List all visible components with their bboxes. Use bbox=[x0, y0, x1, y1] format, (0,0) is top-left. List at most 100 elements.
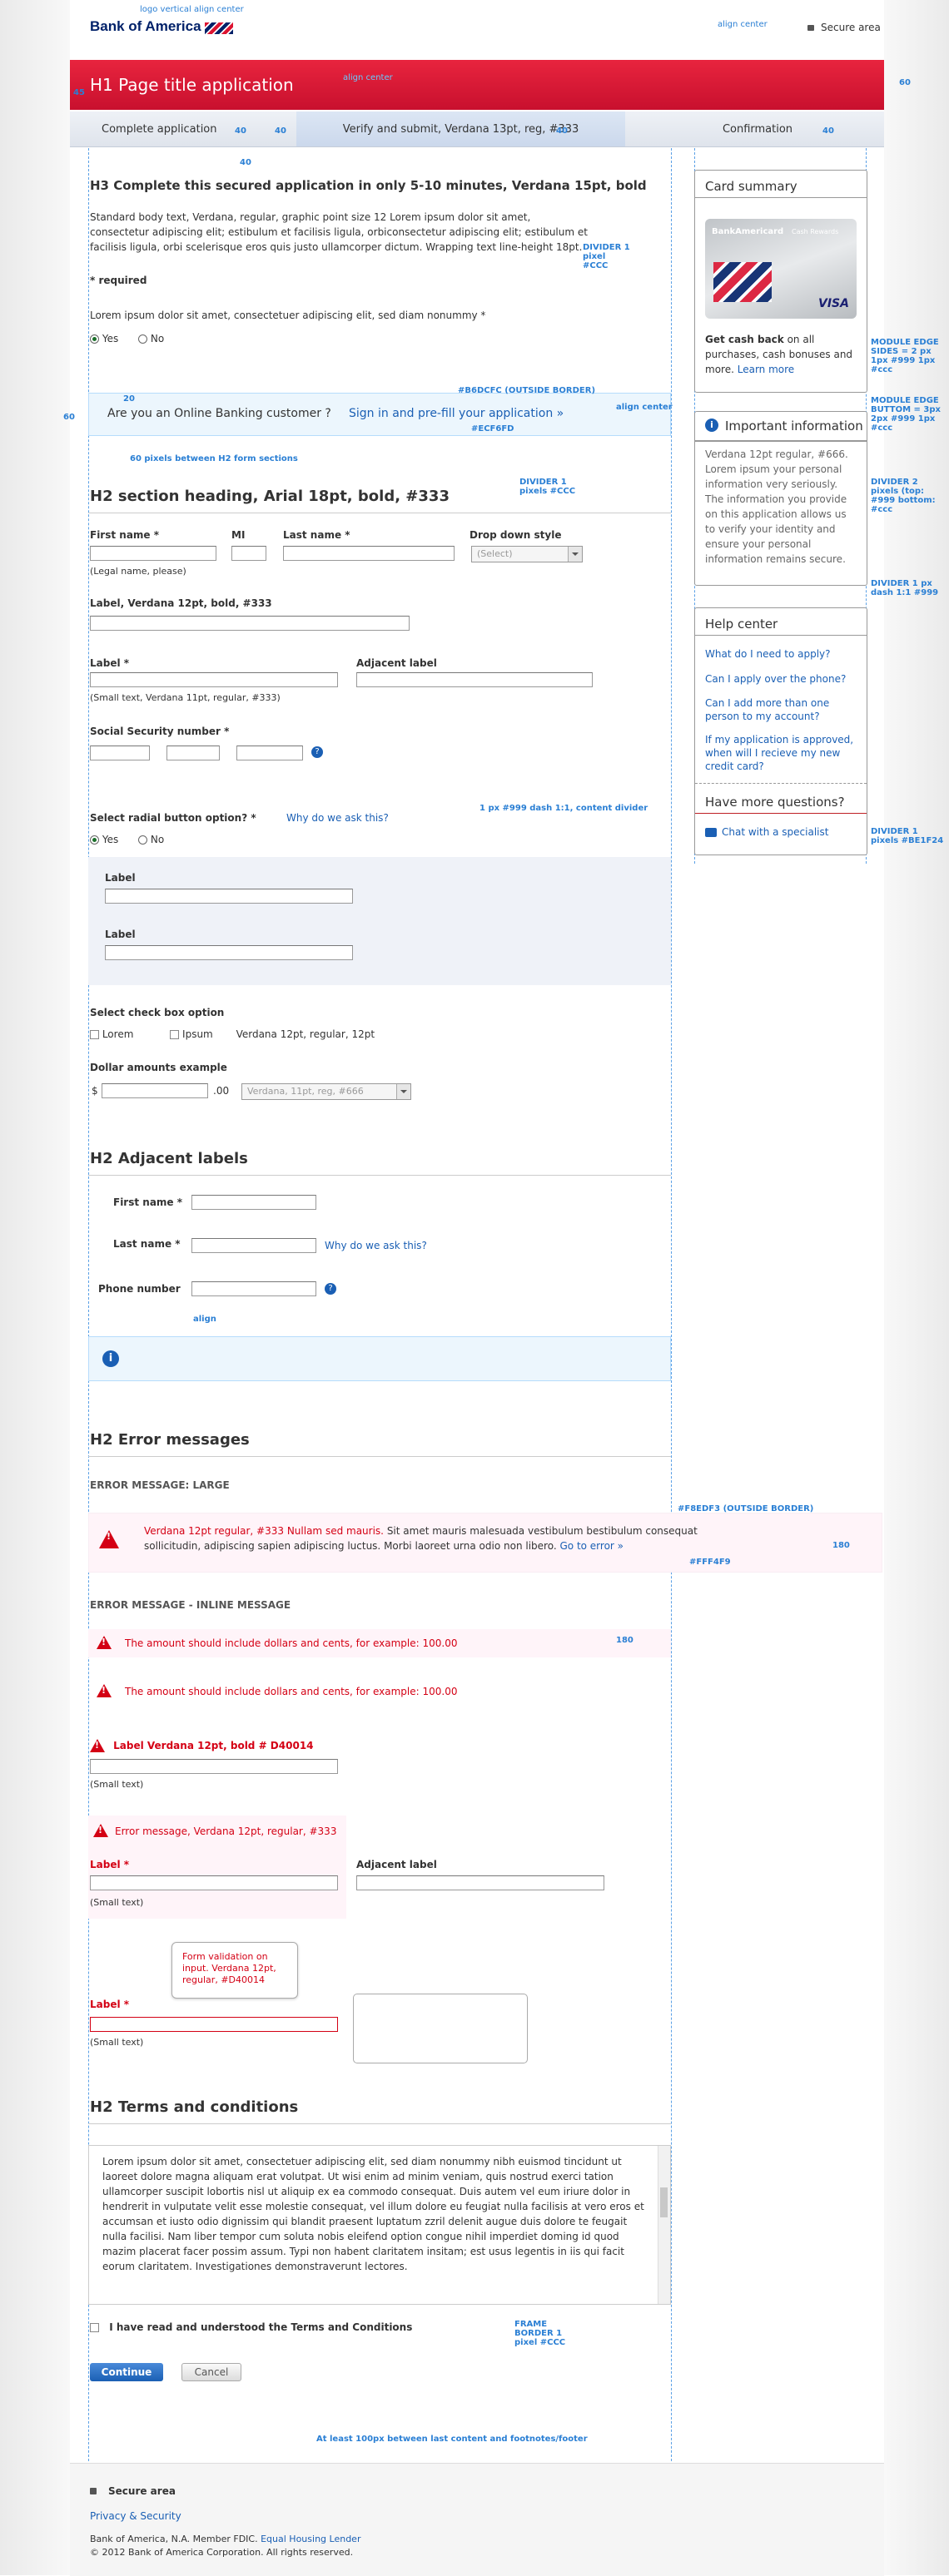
large-error-title: ERROR MESSAGE: LARGE bbox=[90, 1479, 230, 1491]
adj-first-input[interactable] bbox=[191, 1195, 316, 1210]
text-input[interactable] bbox=[90, 616, 410, 631]
dropdown-label: Drop down style bbox=[470, 529, 562, 541]
ssn-part2-input[interactable] bbox=[166, 746, 220, 760]
info-title: Important information bbox=[725, 419, 863, 433]
title-bar: H1 Page title application align center bbox=[70, 60, 884, 110]
banner-bg-note: #ECF6FD bbox=[471, 424, 514, 433]
ssn-label: Social Security number * bbox=[90, 726, 230, 737]
chat-link[interactable]: Chat with a specialist bbox=[722, 826, 828, 838]
section-divider bbox=[88, 2123, 671, 2124]
help-link[interactable]: Can I apply over the phone? bbox=[705, 673, 857, 685]
module-divider bbox=[695, 440, 867, 442]
help-link[interactable]: If my application is approved, when will… bbox=[705, 733, 857, 773]
dollar-sign: $ bbox=[92, 1085, 98, 1097]
first-name-input[interactable] bbox=[90, 546, 216, 561]
help-icon[interactable]: ? bbox=[311, 746, 323, 758]
info-text: Verdana 12pt regular, #666. Lorem ipsum … bbox=[705, 448, 848, 565]
tooltip-text: Form validation on input. Verdana 12pt, … bbox=[182, 1951, 276, 1985]
error-label: Label * bbox=[90, 1859, 130, 1870]
required-note: * required bbox=[90, 275, 147, 286]
help-icon[interactable]: ? bbox=[325, 1283, 336, 1295]
amount-select[interactable]: Verdana, 11pt, reg, #666 bbox=[241, 1083, 411, 1100]
step-spec: 40 bbox=[275, 126, 286, 136]
spec-60: 60 bbox=[899, 78, 911, 87]
checkbox-note: Verdana 12pt, regular, 12pt bbox=[236, 1028, 375, 1040]
sub-input-1[interactable] bbox=[105, 889, 353, 904]
mi-input[interactable] bbox=[231, 546, 266, 561]
intro-question: Lorem ipsum dolor sit amet, consectetuer… bbox=[90, 310, 486, 321]
phone-input[interactable] bbox=[191, 1281, 316, 1296]
learn-more-link[interactable]: Learn more bbox=[738, 364, 794, 375]
section-spacing-note: 60 pixels between H2 form sections bbox=[130, 454, 298, 463]
adjacent-input[interactable] bbox=[356, 1875, 604, 1890]
lock-icon bbox=[90, 2488, 97, 2494]
chat-row[interactable]: Chat with a specialist bbox=[705, 826, 828, 838]
banner-border-note: #B6DCFC (OUTSIDE BORDER) bbox=[458, 386, 596, 395]
cash-back-bold: Get cash back bbox=[705, 334, 784, 345]
online-banking-banner: Are you an Online Banking customer ? Sig… bbox=[88, 393, 671, 436]
yes-radio[interactable] bbox=[90, 334, 99, 344]
sub-input-2[interactable] bbox=[105, 945, 353, 960]
last-name-input[interactable] bbox=[283, 546, 455, 561]
divider-note: DIVIDER 2 pixels (top: #999 bottom: #ccc bbox=[871, 478, 936, 514]
terms-frame[interactable]: Lorem ipsum dolor sit amet, consectetuer… bbox=[88, 2145, 671, 2305]
terms-scrollbar[interactable] bbox=[658, 2146, 670, 2304]
scroll-thumb[interactable] bbox=[660, 2187, 668, 2217]
help-link[interactable]: What do I need to apply? bbox=[705, 648, 857, 660]
sign-in-link[interactable]: Sign in and pre-fill your application » bbox=[349, 407, 564, 420]
why-link[interactable]: Why do we ask this? bbox=[325, 1240, 427, 1251]
validation-input[interactable] bbox=[90, 2017, 338, 2032]
error-field-input[interactable] bbox=[90, 1875, 338, 1890]
card-brand: BankAmericard bbox=[712, 227, 784, 236]
spec: 20 bbox=[123, 394, 135, 404]
section-divider bbox=[88, 1456, 671, 1457]
info-icon: i bbox=[102, 1350, 119, 1367]
lorem-checkbox[interactable] bbox=[90, 1030, 99, 1039]
label-field: Label * bbox=[90, 657, 130, 669]
divider-note: DIVIDER 1 pixels #BE1F24 bbox=[871, 827, 944, 845]
checkbox-label: Ipsum bbox=[182, 1028, 213, 1040]
radial-question: Select radial button option? * bbox=[90, 812, 256, 824]
adj-last-input[interactable] bbox=[191, 1238, 316, 1253]
checkbox-group: Lorem Ipsum Verdana 12pt, regular, 12pt bbox=[90, 1028, 375, 1040]
progress-steps: Complete application Verify and submit, … bbox=[70, 111, 884, 147]
logo[interactable]: Bank of America bbox=[90, 18, 233, 35]
copyright: © 2012 Bank of America Corporation. All … bbox=[90, 2547, 354, 2558]
ssn-part1-input[interactable] bbox=[90, 746, 150, 760]
chevron-down-icon bbox=[396, 1084, 410, 1099]
error-input[interactable] bbox=[90, 1759, 338, 1774]
logo-text: Bank of America bbox=[90, 18, 201, 34]
yes-radio[interactable] bbox=[90, 835, 99, 845]
cancel-button[interactable]: Cancel bbox=[181, 2363, 241, 2381]
align-note: align bbox=[193, 1315, 216, 1324]
lock-icon bbox=[807, 25, 814, 31]
label-input[interactable] bbox=[90, 672, 338, 687]
questions-title: Have more questions? bbox=[705, 795, 845, 810]
agree-checkbox[interactable] bbox=[90, 2323, 99, 2332]
sub-options-panel: Label Label bbox=[88, 857, 671, 985]
why-link[interactable]: Why do we ask this? bbox=[286, 812, 389, 824]
footer: Secure area Privacy & Security Bank of A… bbox=[70, 2463, 884, 2576]
red-divider bbox=[695, 813, 867, 814]
privacy-link[interactable]: Privacy & Security bbox=[90, 2510, 181, 2522]
dollar-label: Dollar amounts example bbox=[90, 1062, 227, 1073]
ssn-part3-input[interactable] bbox=[236, 746, 303, 760]
continue-button[interactable]: Continue bbox=[90, 2363, 163, 2381]
dollar-input[interactable] bbox=[102, 1083, 208, 1098]
help-link[interactable]: Can I add more than one person to my acc… bbox=[705, 696, 857, 723]
no-radio[interactable] bbox=[138, 835, 148, 845]
help-title: Help center bbox=[705, 617, 778, 632]
dropdown-select[interactable]: (Select) bbox=[471, 546, 583, 562]
adjacent-input[interactable] bbox=[356, 672, 593, 687]
equal-housing-link[interactable]: Equal Housing Lender bbox=[261, 2534, 360, 2544]
section-divider bbox=[88, 1175, 671, 1176]
module-divider bbox=[695, 635, 867, 636]
inline-error-title: ERROR MESSAGE - INLINE MESSAGE bbox=[90, 1599, 291, 1611]
step-spec: 40 bbox=[822, 126, 834, 136]
no-radio[interactable] bbox=[138, 334, 148, 344]
ipsum-checkbox[interactable] bbox=[170, 1030, 180, 1039]
go-to-error-link[interactable]: Go to error » bbox=[559, 1540, 624, 1552]
terms-heading: H2 Terms and conditions bbox=[90, 2098, 299, 2116]
small-text: (Small text) bbox=[90, 1779, 144, 1790]
warning-icon bbox=[97, 1684, 112, 1697]
